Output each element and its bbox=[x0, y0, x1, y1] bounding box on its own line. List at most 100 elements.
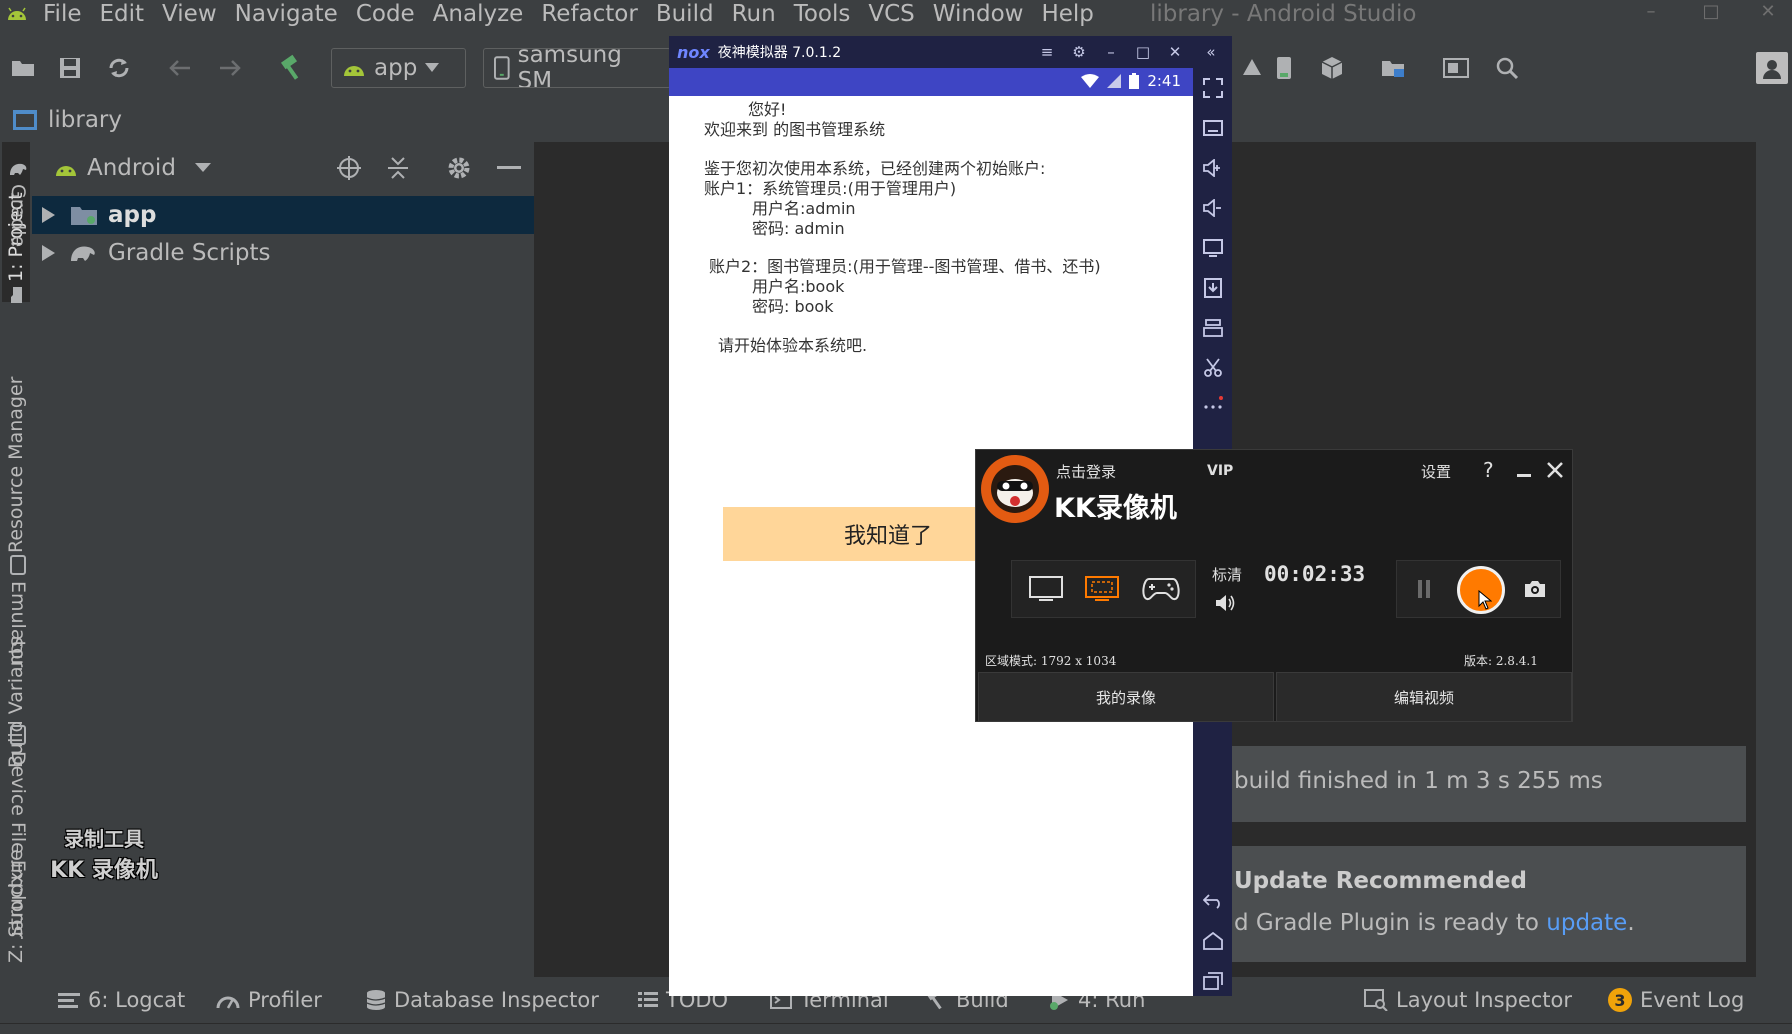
volume-down-icon[interactable] bbox=[1200, 195, 1226, 221]
kk-settings-link[interactable]: 设置 bbox=[1421, 461, 1451, 482]
project-folder-icon[interactable] bbox=[1378, 52, 1410, 84]
gradle-elephant-icon bbox=[10, 163, 27, 175]
home-icon[interactable] bbox=[1200, 928, 1226, 954]
collapse-sidebar-icon[interactable]: « bbox=[1199, 40, 1223, 64]
tree-item-label: Gradle Scripts bbox=[108, 240, 271, 266]
maximize-window-icon[interactable]: □ bbox=[1698, 2, 1724, 22]
project-view-select[interactable]: Android bbox=[54, 152, 211, 184]
menu-tools[interactable]: Tools bbox=[785, 0, 860, 28]
avd-manager-icon[interactable] bbox=[1268, 52, 1300, 84]
signal-icon bbox=[1107, 74, 1122, 88]
menu-analyze[interactable]: Analyze bbox=[424, 0, 533, 28]
minimize-window-icon[interactable]: – bbox=[1638, 2, 1664, 22]
locate-target-icon[interactable] bbox=[334, 153, 364, 183]
account1-password: 密码: admin bbox=[752, 219, 845, 238]
layout-inspector-icon bbox=[1364, 989, 1388, 1011]
screen-icon[interactable] bbox=[1200, 235, 1226, 261]
speaker-icon[interactable] bbox=[1214, 593, 1238, 613]
kk-minimize-icon[interactable] bbox=[1513, 460, 1535, 482]
sdk-manager-icon[interactable] bbox=[1236, 52, 1268, 84]
device-label: samsung SM bbox=[517, 48, 622, 88]
user-avatar-icon[interactable] bbox=[1756, 52, 1788, 84]
tab-database-inspector[interactable]: Database Inspector bbox=[366, 985, 599, 1015]
forward-arrow-icon[interactable] bbox=[214, 52, 246, 84]
update-link[interactable]: update bbox=[1546, 910, 1627, 936]
menu-navigate[interactable]: Navigate bbox=[226, 0, 347, 28]
kk-close-icon[interactable] bbox=[1543, 458, 1567, 482]
menu-view[interactable]: View bbox=[153, 0, 226, 28]
menu-refactor[interactable]: Refactor bbox=[532, 0, 646, 28]
kk-vip-badge[interactable]: VIP bbox=[1207, 463, 1233, 479]
back-arrow-icon[interactable] bbox=[164, 52, 196, 84]
menu-window[interactable]: Window bbox=[924, 0, 1033, 28]
tab-logcat[interactable]: 6: Logcat bbox=[58, 985, 185, 1015]
open-folder-icon[interactable] bbox=[8, 52, 40, 84]
keyboard-icon[interactable] bbox=[1200, 115, 1226, 141]
gradle-elephant-icon bbox=[71, 246, 95, 261]
menu-icon[interactable]: ≡ bbox=[1035, 40, 1059, 64]
tab-layout-inspector[interactable]: Layout Inspector bbox=[1364, 985, 1572, 1015]
breadcrumb-project[interactable]: library bbox=[48, 107, 122, 133]
chevron-down-icon bbox=[425, 63, 440, 72]
close-icon[interactable]: ✕ bbox=[1163, 40, 1187, 64]
menu-edit[interactable]: Edit bbox=[91, 0, 154, 28]
scissors-icon[interactable] bbox=[1200, 355, 1226, 381]
back-icon[interactable] bbox=[1200, 888, 1226, 914]
kk-help-button[interactable]: ? bbox=[1483, 458, 1494, 482]
run-configuration-select[interactable]: app bbox=[331, 48, 466, 88]
recent-apps-icon[interactable] bbox=[1200, 968, 1226, 994]
close-window-icon[interactable]: ✕ bbox=[1755, 2, 1781, 22]
pause-icon[interactable] bbox=[1412, 576, 1436, 602]
tab-resource-manager[interactable]: Resource Manager bbox=[2, 338, 30, 553]
gear-icon[interactable] bbox=[444, 153, 474, 183]
kk-region-mode-text: 区域模式: 1792 x 1034 bbox=[985, 654, 1117, 668]
kk-edit-video-button[interactable]: 编辑视频 bbox=[1276, 672, 1572, 722]
install-apk-icon[interactable] bbox=[1200, 275, 1226, 301]
menu-bar: File Edit View Navigate Code Analyze Ref… bbox=[0, 0, 1792, 28]
update-notification-title: Update Recommended bbox=[1234, 868, 1527, 894]
maximize-icon[interactable]: □ bbox=[1131, 40, 1155, 64]
kk-quality-select[interactable]: 标清 bbox=[1212, 564, 1242, 585]
fullscreen-mode-icon[interactable] bbox=[1028, 574, 1064, 604]
multi-instance-icon[interactable] bbox=[1200, 315, 1226, 341]
volume-up-icon[interactable] bbox=[1200, 155, 1226, 181]
sync-icon[interactable] bbox=[103, 52, 135, 84]
tab-device-file-explorer-label: Device File Explorer bbox=[7, 751, 29, 939]
menu-build[interactable]: Build bbox=[647, 0, 723, 28]
tab-emulator[interactable]: Emulator bbox=[4, 555, 32, 685]
make-project-hammer-icon[interactable] bbox=[276, 52, 308, 84]
tab-gradle[interactable]: Gradle bbox=[4, 160, 32, 270]
search-icon[interactable] bbox=[1491, 52, 1523, 84]
menu-help[interactable]: Help bbox=[1032, 0, 1102, 28]
camera-icon[interactable] bbox=[1521, 576, 1549, 602]
hide-panel-icon[interactable] bbox=[494, 153, 524, 183]
tree-item-app[interactable]: app bbox=[32, 196, 534, 234]
region-mode-icon[interactable] bbox=[1084, 574, 1120, 604]
menu-vcs[interactable]: VCS bbox=[859, 0, 923, 28]
watermark-line2: KK 录像机 bbox=[50, 858, 158, 883]
tree-item-gradle-scripts[interactable]: Gradle Scripts bbox=[32, 234, 534, 272]
kk-my-recordings-button[interactable]: 我的录像 bbox=[978, 672, 1274, 722]
collapse-all-icon[interactable] bbox=[383, 153, 413, 183]
tab-device-file-explorer[interactable]: Device File Explorer bbox=[4, 725, 32, 955]
tab-event-log[interactable]: 3 Event Log bbox=[1608, 985, 1744, 1015]
menu-file[interactable]: File bbox=[34, 0, 91, 28]
watermark-line1: 录制工具 bbox=[64, 827, 144, 851]
fullscreen-icon[interactable] bbox=[1200, 75, 1226, 101]
device-manager-icon[interactable] bbox=[1440, 52, 1472, 84]
window-title: library - Android Studio bbox=[1150, 1, 1417, 27]
device-select[interactable]: samsung SM bbox=[483, 48, 671, 88]
kk-login-link[interactable]: 点击登录 bbox=[1056, 461, 1116, 482]
tab-profiler[interactable]: Profiler bbox=[216, 985, 322, 1015]
tab-resource-manager-label: Resource Manager bbox=[5, 376, 27, 553]
list-icon bbox=[638, 992, 658, 1007]
menu-run[interactable]: Run bbox=[723, 0, 785, 28]
game-mode-icon[interactable] bbox=[1140, 574, 1182, 604]
gear-icon[interactable]: ⚙ bbox=[1067, 40, 1091, 64]
project-structure-icon[interactable] bbox=[1316, 52, 1348, 84]
minimize-icon[interactable]: – bbox=[1099, 40, 1123, 64]
save-icon[interactable] bbox=[54, 52, 86, 84]
menu-code[interactable]: Code bbox=[347, 0, 424, 28]
more-icon[interactable] bbox=[1200, 392, 1226, 418]
module-folder-icon bbox=[13, 110, 37, 130]
